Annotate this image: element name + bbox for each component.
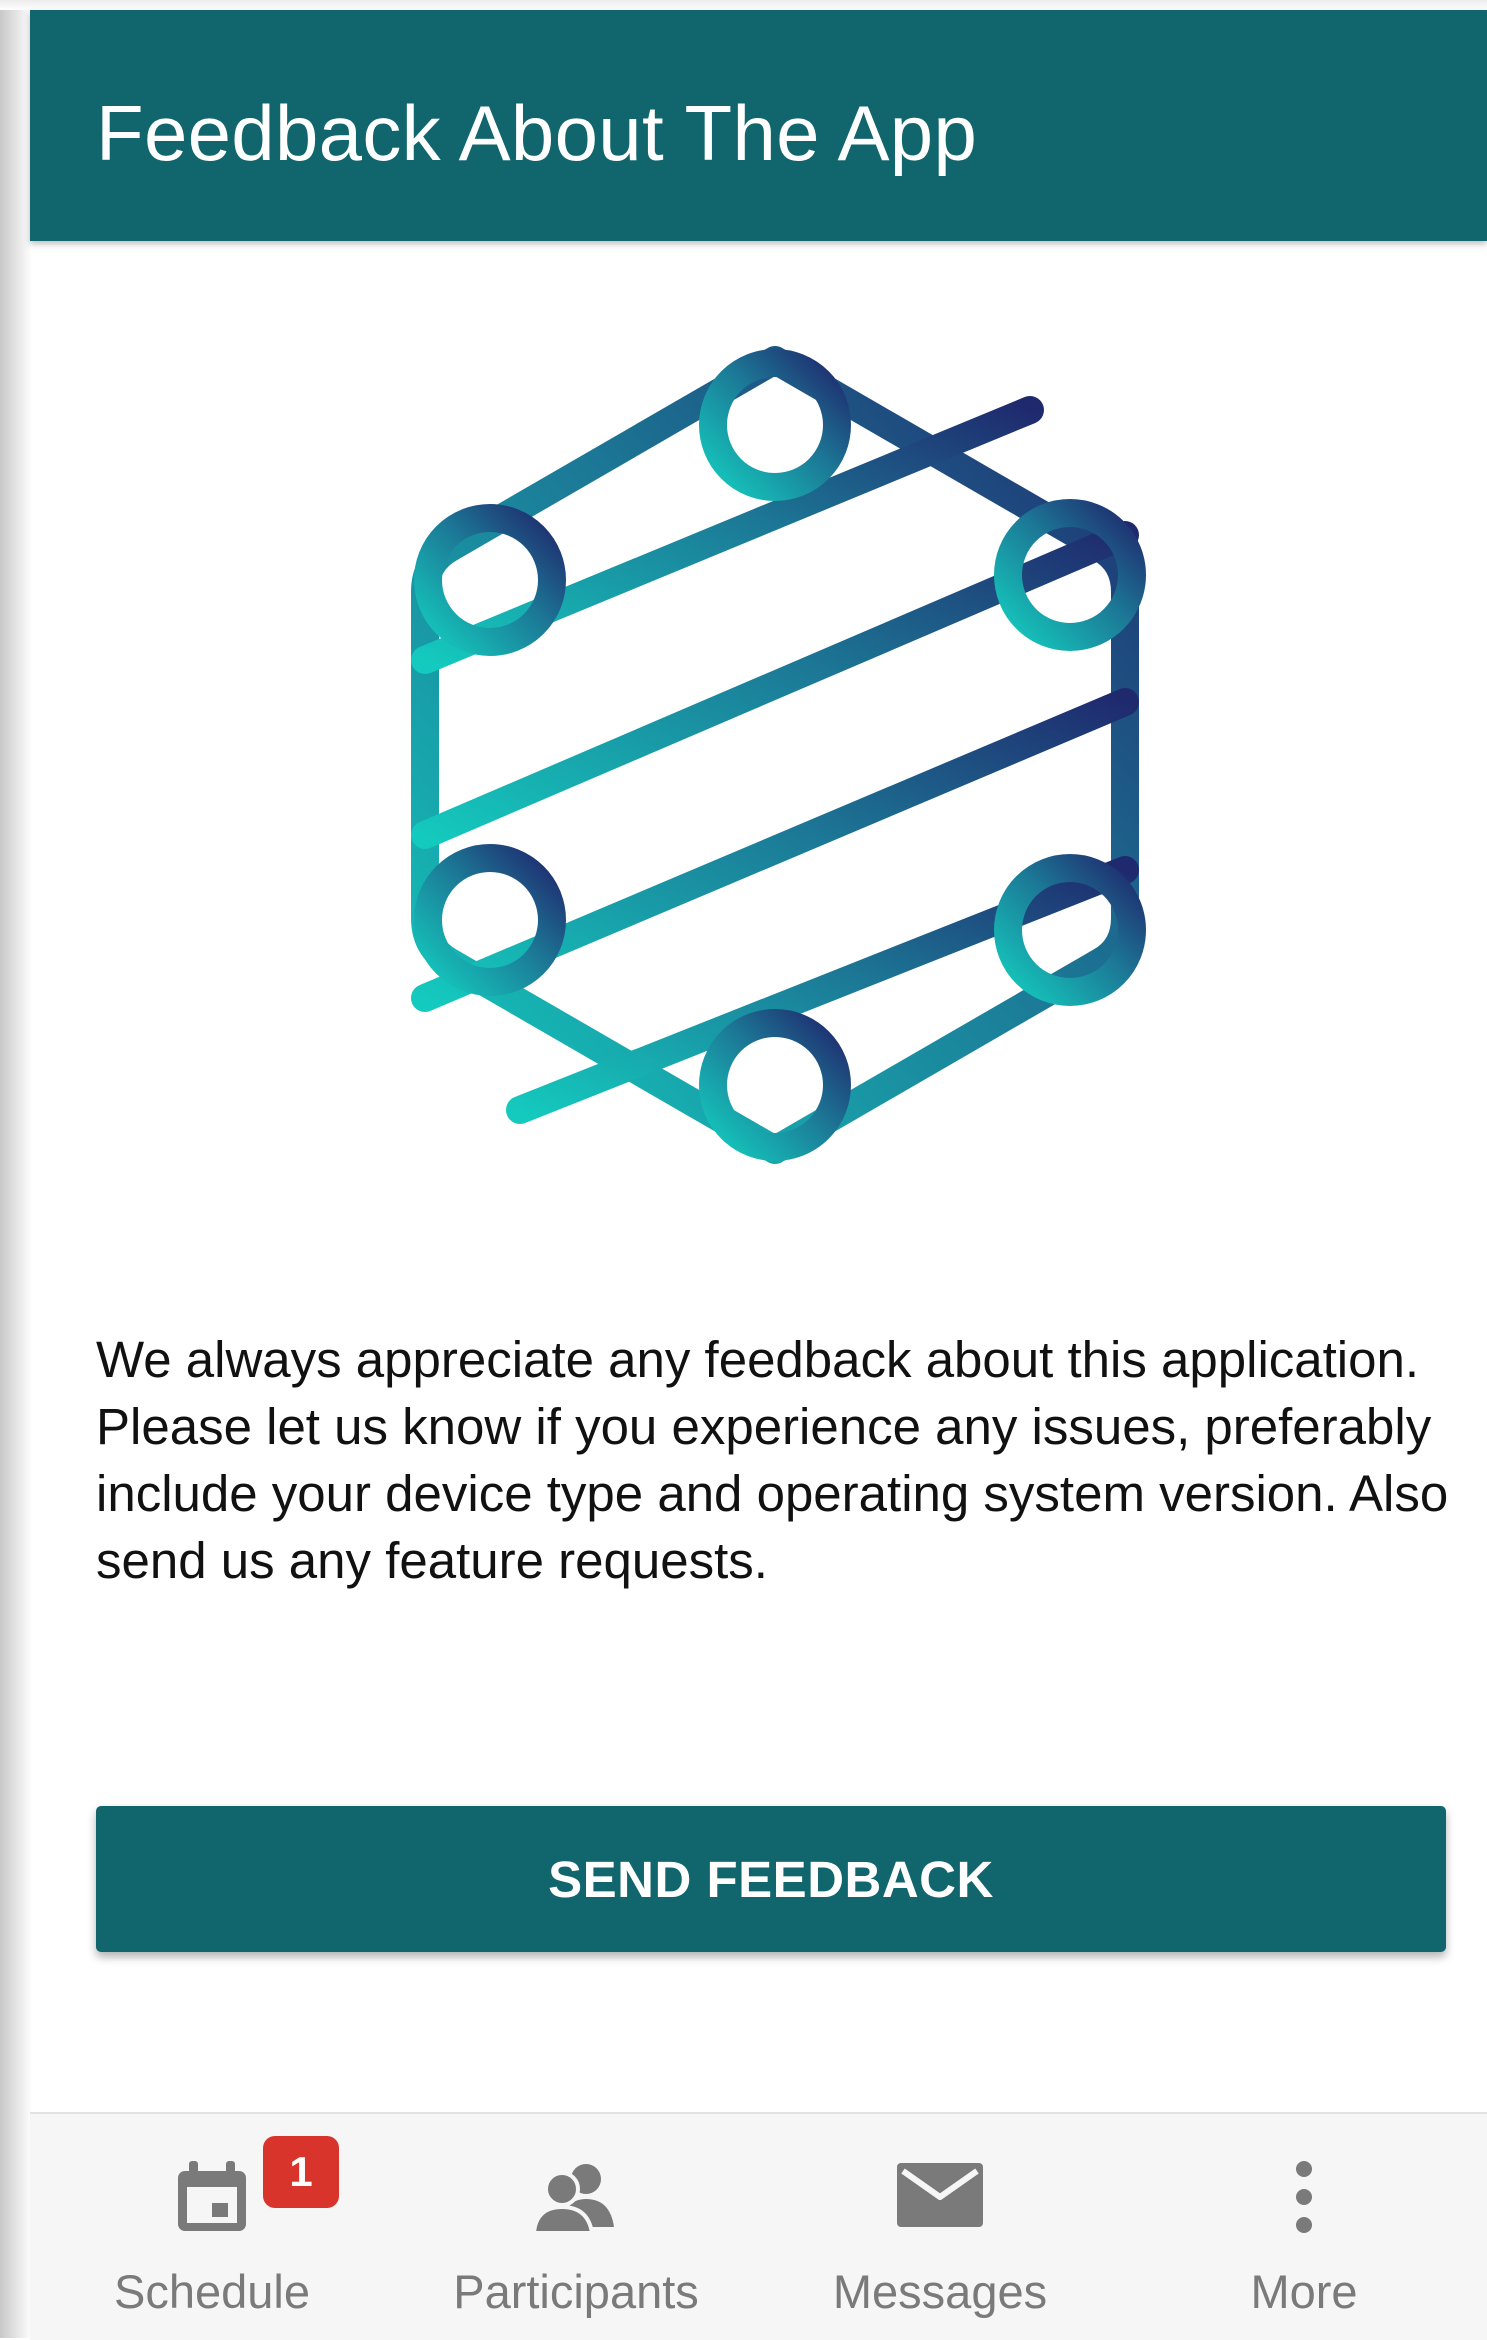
nav-item-participants[interactable]: Participants — [394, 2114, 758, 2340]
people-icon — [531, 2164, 614, 2235]
nav-label-more: More — [1250, 2265, 1358, 2318]
more-vertical-icon — [1296, 2161, 1312, 2233]
nav-item-messages[interactable]: Messages — [758, 2114, 1122, 2340]
feedback-description: We always appreciate any feedback about … — [96, 1331, 1449, 1589]
calendar-icon — [178, 2161, 246, 2231]
nav-label-participants: Participants — [453, 2265, 699, 2318]
page-title: Feedback About The App — [96, 89, 978, 177]
nav-item-more[interactable]: More — [1122, 2114, 1486, 2340]
status-strip — [0, 0, 1487, 10]
hexagon-lattice-logo-icon — [411, 346, 1146, 1164]
envelope-icon — [897, 2163, 983, 2227]
window-edge-shadow — [0, 0, 32, 2338]
send-feedback-button[interactable]: SEND FEEDBACK — [96, 1806, 1446, 1952]
nav-label-schedule: Schedule — [114, 2265, 310, 2318]
notification-badge: 1 — [263, 2136, 339, 2208]
app-bar: Feedback About The App — [30, 10, 1487, 241]
nav-item-schedule[interactable]: 1 Schedule — [30, 2114, 394, 2340]
bottom-navigation: 1 Schedule Participants Messages More — [30, 2112, 1487, 2340]
nav-label-messages: Messages — [832, 2265, 1048, 2318]
